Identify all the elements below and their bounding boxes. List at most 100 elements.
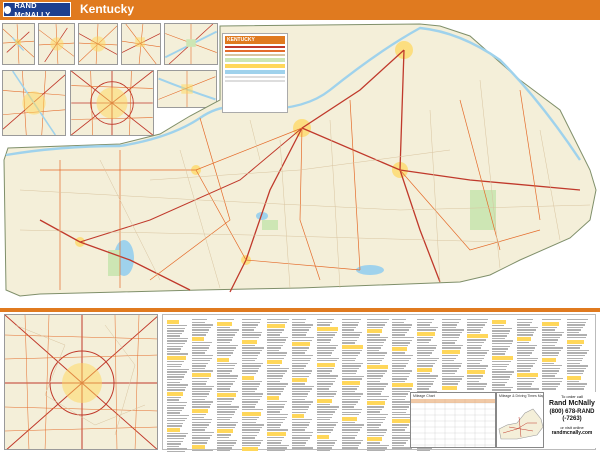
index-entry — [192, 326, 212, 329]
index-entry — [217, 398, 235, 400]
map-title: Kentucky — [80, 2, 135, 16]
index-entry — [342, 357, 357, 359]
index-entry — [292, 447, 313, 449]
index-entry — [267, 419, 285, 421]
index-entry — [242, 419, 258, 421]
index-entry — [342, 319, 362, 321]
index-entry — [217, 442, 236, 444]
index-entry — [442, 383, 459, 385]
index-entry — [392, 429, 405, 431]
index-entry — [292, 398, 305, 400]
index-entry — [367, 413, 389, 416]
order-url-link[interactable]: randmcnally.com — [547, 430, 597, 436]
index-entry — [517, 321, 532, 323]
index-entry — [342, 398, 360, 400]
index-column — [367, 319, 389, 452]
index-entry — [317, 426, 335, 429]
index-entry — [292, 411, 306, 413]
index-entry — [492, 337, 506, 340]
index-entry — [317, 408, 337, 411]
index-entry — [192, 398, 205, 400]
index-entry — [442, 342, 455, 344]
index-entry — [442, 331, 463, 334]
index-entry — [442, 339, 457, 342]
index-entry — [217, 406, 239, 408]
index-entry — [367, 380, 380, 382]
index-entry — [392, 319, 407, 321]
index-entry — [192, 344, 211, 347]
index-entry — [167, 432, 188, 435]
index-entry — [442, 367, 459, 370]
index-entry — [317, 367, 334, 370]
index-entry — [242, 357, 257, 359]
index-entry — [192, 321, 205, 323]
index-entry — [492, 378, 509, 381]
index-entry — [342, 403, 357, 406]
detail-city-map[interactable] — [4, 314, 158, 450]
index-entry — [442, 357, 457, 359]
order-phone-alt: (-7263) — [562, 416, 582, 422]
index-entry — [392, 347, 407, 352]
index-entry — [517, 380, 535, 382]
index-entry — [192, 372, 211, 377]
index-entry — [167, 409, 183, 412]
index-entry — [342, 429, 361, 431]
index-entry — [392, 324, 413, 326]
index-entry — [367, 324, 386, 326]
index-entry — [567, 372, 583, 375]
index-entry — [267, 339, 287, 341]
index-entry — [167, 335, 181, 337]
index-entry — [342, 365, 361, 367]
index-entry — [342, 385, 359, 388]
index-entry — [292, 414, 305, 419]
index-entry — [242, 411, 261, 416]
index-entry — [167, 417, 187, 419]
index-entry — [467, 360, 482, 362]
index-entry — [342, 434, 357, 436]
index-entry — [567, 385, 586, 388]
kentucky-state-map[interactable] — [0, 20, 600, 308]
index-entry — [217, 347, 237, 349]
index-entry — [167, 407, 184, 409]
index-entry — [417, 357, 439, 359]
index-entry — [317, 380, 335, 382]
index-entry — [467, 334, 488, 339]
index-entry — [267, 408, 282, 411]
index-entry — [192, 388, 213, 390]
index-entry — [317, 360, 338, 362]
index-entry — [267, 324, 286, 329]
index-entry — [267, 426, 280, 429]
index-entry — [192, 419, 213, 421]
index-entry — [267, 367, 289, 370]
index-entry — [167, 332, 182, 335]
index-entry — [317, 388, 330, 390]
index-entry — [267, 447, 288, 449]
index-entry — [292, 426, 307, 429]
index-entry — [517, 334, 533, 336]
index-entry — [342, 339, 357, 342]
index-entry — [567, 349, 589, 352]
index-entry — [492, 371, 514, 373]
globe-icon — [4, 5, 12, 14]
index-entry — [217, 336, 234, 339]
index-entry — [367, 447, 387, 449]
index-entry — [417, 324, 430, 326]
index-entry — [342, 360, 355, 362]
index-entry — [417, 375, 438, 377]
index-entry — [367, 365, 389, 370]
index-entry — [292, 434, 312, 436]
index-entry — [317, 342, 330, 344]
index-entry — [167, 350, 180, 353]
index-entry — [392, 352, 405, 354]
index-entry — [167, 450, 186, 453]
index-entry — [542, 321, 559, 326]
index-entry — [167, 330, 184, 332]
index-entry — [542, 365, 563, 367]
index-entry — [417, 385, 431, 388]
index-entry — [492, 325, 505, 327]
index-entry — [517, 331, 535, 334]
index-entry — [242, 421, 256, 424]
index-entry — [317, 383, 333, 385]
index-entry — [492, 340, 514, 342]
index-entry — [367, 347, 381, 349]
